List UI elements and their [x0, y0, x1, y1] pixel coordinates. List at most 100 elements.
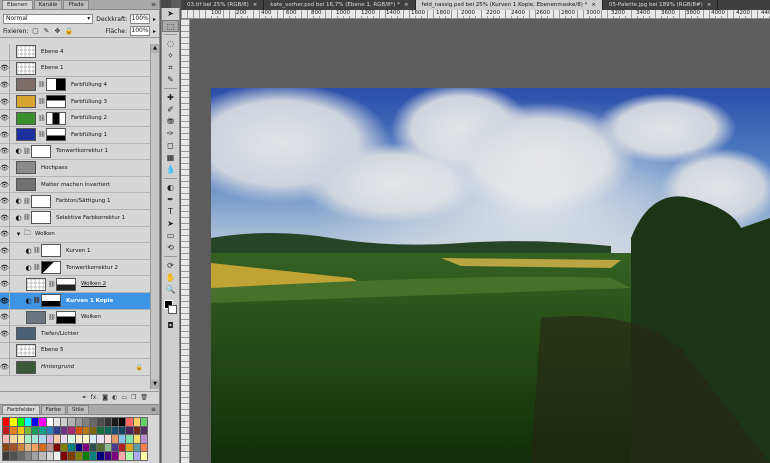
- hand-icon[interactable]: ✋: [162, 272, 179, 284]
- layer-row[interactable]: 👁 ◐ ⛓ Tonwertkorrektur 2: [0, 259, 151, 277]
- color-swatch[interactable]: [97, 443, 104, 452]
- eye-icon[interactable]: 👁: [0, 43, 10, 60]
- color-swatch[interactable]: [10, 426, 17, 435]
- tab-stile[interactable]: Stile: [66, 405, 90, 414]
- eye-icon[interactable]: 👁: [0, 292, 10, 309]
- color-swatch[interactable]: [3, 443, 10, 452]
- color-swatch[interactable]: [104, 443, 111, 452]
- 3d-orbit-icon[interactable]: ⟳: [162, 260, 179, 272]
- color-swatch[interactable]: [61, 426, 68, 435]
- color-swatch[interactable]: [133, 418, 140, 426]
- color-swatch[interactable]: [75, 418, 82, 426]
- color-swatch[interactable]: [111, 418, 118, 426]
- layer-row[interactable]: 👁 Hintergrund 🔒: [0, 359, 151, 376]
- color-swatch[interactable]: [133, 443, 140, 452]
- gradient-icon[interactable]: ▦: [162, 152, 179, 164]
- chain-link-icon[interactable]: ⛓: [33, 247, 41, 254]
- quick-mask-icon[interactable]: ◘: [162, 320, 179, 332]
- pen-icon[interactable]: ✒: [162, 194, 179, 206]
- color-swatch[interactable]: [10, 452, 17, 460]
- tab-farbfelder[interactable]: Farbfelder: [2, 405, 40, 414]
- mask-icon[interactable]: ◙: [102, 394, 108, 401]
- color-swatch[interactable]: [82, 443, 89, 452]
- chain-link-icon[interactable]: ⛓: [38, 81, 46, 88]
- eye-icon[interactable]: 👁: [0, 342, 10, 359]
- color-swatch[interactable]: [90, 443, 97, 452]
- color-swatch[interactable]: [104, 418, 111, 426]
- eye-icon[interactable]: 👁: [0, 359, 10, 376]
- close-icon[interactable]: ×: [253, 2, 258, 8]
- eye-icon[interactable]: 👁: [0, 76, 10, 93]
- color-swatch[interactable]: [39, 418, 46, 426]
- eye-icon[interactable]: 👁: [0, 193, 10, 210]
- close-icon[interactable]: ×: [591, 2, 596, 8]
- color-swatch[interactable]: [140, 435, 147, 443]
- color-swatch[interactable]: [24, 418, 31, 426]
- color-swatch[interactable]: [119, 418, 126, 426]
- color-swatch[interactable]: [133, 426, 140, 435]
- color-swatch[interactable]: [17, 443, 24, 452]
- color-swatch[interactable]: [104, 426, 111, 435]
- blur-icon[interactable]: 💧: [162, 164, 179, 176]
- color-swatch[interactable]: [61, 418, 68, 426]
- eye-icon[interactable]: 👁: [0, 93, 10, 110]
- color-swatch[interactable]: [97, 452, 104, 460]
- close-icon[interactable]: ×: [404, 2, 409, 8]
- layer-row[interactable]: 👁 ⛓ Wolken 2: [0, 276, 151, 293]
- layer-row[interactable]: 👁 ⛓ Farbfüllung 2: [0, 110, 151, 127]
- color-swatch[interactable]: [61, 452, 68, 460]
- eye-icon[interactable]: 👁: [0, 176, 10, 193]
- layer-scrollbar[interactable]: ▲ ▼: [150, 44, 159, 389]
- opacity-input[interactable]: 100%: [130, 14, 150, 24]
- scroll-up-icon[interactable]: ▲: [151, 44, 159, 53]
- color-swatch[interactable]: [82, 418, 89, 426]
- layer-row[interactable]: 👁 ◐ ⛓ Tonwertkorrektur 1: [0, 143, 151, 161]
- color-swatch[interactable]: [119, 443, 126, 452]
- color-swatch[interactable]: [3, 418, 10, 426]
- eye-icon[interactable]: 👁: [0, 276, 10, 293]
- document-tab[interactable]: 03.tif bei 25% (RGB/8) ×: [181, 0, 265, 10]
- type-icon[interactable]: T: [162, 206, 179, 218]
- 3d-rotate-icon[interactable]: ⟲: [162, 242, 179, 254]
- color-swatch[interactable]: [140, 443, 147, 452]
- scroll-down-icon[interactable]: ▼: [151, 380, 159, 389]
- color-swatch[interactable]: [68, 443, 75, 452]
- chain-link-icon[interactable]: ⛓: [23, 214, 31, 221]
- eyedropper-icon[interactable]: ✎: [162, 74, 179, 86]
- eye-icon[interactable]: 👁: [0, 209, 10, 226]
- color-swatch[interactable]: [46, 443, 53, 452]
- color-swatch[interactable]: [24, 435, 31, 443]
- layer-mask-thumbnail[interactable]: [46, 95, 66, 109]
- layer-mask-thumbnail[interactable]: [41, 244, 61, 258]
- layer-mask-thumbnail[interactable]: [46, 78, 66, 92]
- layer-row[interactable]: 👁 ◐ ⛓ Selektive Farbkorrektur 1: [0, 209, 151, 227]
- color-swatch[interactable]: [53, 443, 60, 452]
- stamp-icon[interactable]: ⛃: [162, 116, 179, 128]
- color-swatch[interactable]: [32, 443, 39, 452]
- path-select-icon[interactable]: ➤: [162, 218, 179, 230]
- chain-link-icon[interactable]: ⛓: [23, 148, 31, 155]
- background-color-swatch[interactable]: [168, 305, 177, 314]
- color-swatch[interactable]: [75, 435, 82, 443]
- color-swatch[interactable]: [119, 435, 126, 443]
- color-swatch[interactable]: [82, 426, 89, 435]
- color-swatch[interactable]: [111, 426, 118, 435]
- color-swatch[interactable]: [3, 435, 10, 443]
- eraser-icon[interactable]: ◻: [162, 140, 179, 152]
- color-swatch[interactable]: [24, 426, 31, 435]
- chain-link-icon[interactable]: ⛓: [48, 281, 56, 288]
- chain-link-icon[interactable]: ⛓: [33, 297, 41, 304]
- folder-icon[interactable]: ▭: [121, 394, 127, 401]
- color-swatch[interactable]: [17, 418, 24, 426]
- document-tab[interactable]: feld_nassig.psd bei 25% (Kurven 1 Kopie,…: [415, 0, 603, 10]
- color-swatch[interactable]: [68, 426, 75, 435]
- color-swatch[interactable]: [111, 443, 118, 452]
- color-swatch[interactable]: [53, 435, 60, 443]
- brush-icon[interactable]: ✐: [162, 104, 179, 116]
- dodge-icon[interactable]: ◐: [162, 182, 179, 194]
- color-swatch[interactable]: [53, 418, 60, 426]
- fill-input[interactable]: 100%: [129, 26, 150, 36]
- color-swatch[interactable]: [133, 435, 140, 443]
- expand-arrow-icon[interactable]: ▾: [14, 230, 23, 238]
- color-swatch[interactable]: [17, 435, 24, 443]
